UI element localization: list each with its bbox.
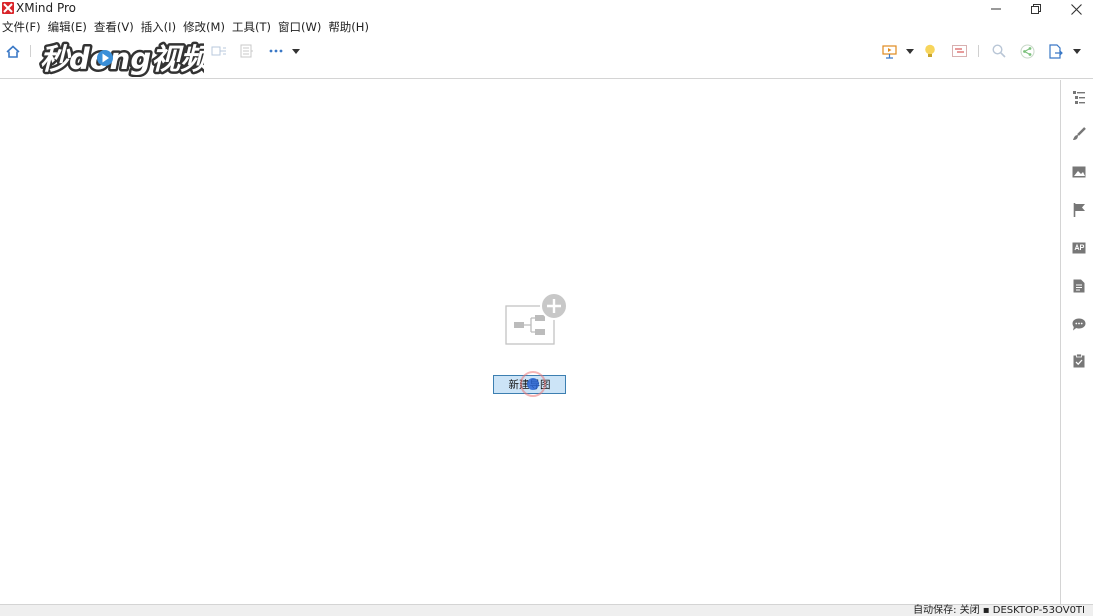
notes-icon[interactable] (1071, 278, 1087, 294)
share-icon[interactable] (1018, 42, 1036, 60)
format-brush-icon[interactable] (1071, 126, 1087, 142)
xmind-logo-icon (2, 2, 14, 14)
menu-tools[interactable]: 工具(T) (229, 19, 275, 36)
menu-bar: 文件(F) 编辑(E) 查看(V) 插入(I) 修改(M) 工具(T) 窗口(W… (0, 19, 373, 36)
close-icon[interactable] (1056, 0, 1093, 18)
menu-view[interactable]: 查看(V) (91, 19, 138, 36)
search-icon[interactable] (990, 42, 1008, 60)
presentation-icon[interactable] (880, 42, 898, 60)
subtopic-icon[interactable] (238, 42, 256, 60)
status-bar: 自动保存: 关闭 ▪ DESKTOP-53OV0TI (0, 604, 1093, 616)
new-map-icon[interactable] (502, 291, 572, 349)
xmind-window: XMind Pro 文件(F) 编辑(E) 查看(V) 插入(I) 修改(M) … (0, 0, 1093, 616)
toolbar: 秒dong视频 (0, 37, 1093, 79)
menu-edit[interactable]: 编辑(E) (45, 19, 91, 36)
watermark-logo: 秒dong视频 (38, 39, 204, 78)
toolbar-separator (30, 45, 31, 57)
menu-modify[interactable]: 修改(M) (180, 19, 229, 36)
new-map-button[interactable]: 新建导图 (493, 375, 566, 394)
outliner-icon[interactable] (1071, 89, 1087, 105)
menu-help[interactable]: 帮助(H) (325, 19, 373, 36)
menu-window[interactable]: 窗口(W) (275, 19, 325, 36)
status-text: 自动保存: 关闭 ▪ DESKTOP-53OV0TI (913, 605, 1085, 616)
right-sidebar (1062, 80, 1093, 604)
window-title: XMind Pro (16, 1, 76, 15)
toolbar-separator (978, 45, 979, 57)
topic-icon[interactable] (210, 42, 228, 60)
more-icon[interactable] (268, 42, 284, 60)
brainstorm-lightbulb-icon[interactable] (922, 42, 938, 60)
dropdown-arrow-icon[interactable] (1071, 42, 1083, 60)
minimize-icon[interactable] (976, 0, 1016, 18)
dropdown-arrow-icon[interactable] (290, 42, 302, 60)
watermark-text: 秒dong视频 (40, 42, 204, 76)
export-icon[interactable] (1047, 42, 1065, 60)
marker-flag-icon[interactable] (1071, 202, 1087, 218)
icon-library-icon[interactable] (1071, 240, 1087, 256)
home-icon[interactable] (4, 42, 22, 60)
gantt-icon[interactable] (950, 42, 968, 60)
menu-insert[interactable]: 插入(I) (138, 19, 180, 36)
task-icon[interactable] (1071, 353, 1087, 369)
image-icon[interactable] (1071, 164, 1087, 180)
restore-icon[interactable] (1016, 0, 1056, 18)
comment-icon[interactable] (1071, 316, 1087, 332)
dropdown-arrow-icon[interactable] (904, 42, 916, 60)
menu-file[interactable]: 文件(F) (0, 19, 45, 36)
title-bar: XMind Pro (0, 0, 1093, 18)
